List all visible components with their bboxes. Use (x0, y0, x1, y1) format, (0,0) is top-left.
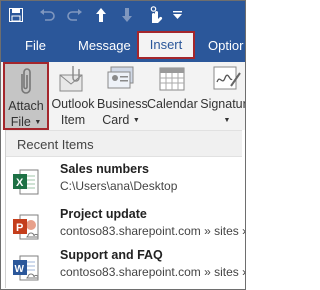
tab-insert[interactable]: Insert (137, 31, 195, 59)
calendar-icon (159, 67, 185, 91)
paperclip-icon (21, 68, 31, 94)
item-path: contoso83.sharepoint.com » sites » (60, 224, 246, 238)
redo-icon[interactable] (67, 8, 83, 22)
business-card-label-1: Business (97, 97, 148, 111)
signature-label: Signature (200, 97, 245, 111)
touch-mode-icon[interactable] (145, 5, 165, 25)
business-card-button[interactable]: Business Card ▼ (97, 62, 148, 130)
tab-options[interactable]: Optior (208, 38, 243, 53)
recent-items-header: Recent Items (6, 130, 242, 157)
down-arrow-icon[interactable] (121, 7, 133, 23)
undo-icon[interactable] (39, 8, 55, 22)
svg-text:P: P (16, 222, 23, 234)
attach-file-button[interactable]: Attach File ▼ (3, 62, 49, 130)
business-card-icon (107, 66, 134, 89)
item-path: contoso83.sharepoint.com » sites » (60, 265, 246, 279)
svg-text:W: W (15, 264, 25, 275)
insert-ribbon: Attach File ▼ Outlook Item Business Card… (1, 62, 245, 130)
item-name: Project update (60, 207, 147, 221)
up-arrow-icon[interactable] (95, 7, 107, 23)
item-name: Support and FAQ (60, 248, 163, 262)
ribbon-tabs: File Message Insert Optior (1, 29, 245, 62)
excel-icon: X (13, 169, 39, 195)
signature-icon (213, 66, 241, 90)
quick-access-toolbar (1, 1, 245, 29)
recent-items-label: Recent Items (17, 137, 94, 152)
outlook-item-label-1: Outlook (51, 97, 95, 111)
svg-text:X: X (16, 177, 24, 189)
recent-item[interactable]: X Sales numbers C:\Users\ana\Desktop (6, 160, 242, 202)
tab-message[interactable]: Message (78, 38, 131, 53)
word-icon: W (13, 255, 39, 281)
outlook-window: File Message Insert Optior Attach File ▼… (0, 0, 246, 290)
qat-dropdown-icon[interactable] (173, 11, 182, 19)
attach-file-dropdown: Recent Items X Sales numbers C:\Users\an… (5, 130, 245, 288)
item-path: C:\Users\ana\Desktop (60, 179, 178, 193)
calendar-button[interactable]: Calendar (147, 62, 198, 130)
business-card-label-2: Card ▼ (102, 113, 140, 127)
attach-label-2: File ▼ (10, 115, 42, 129)
outlook-item-label-2: Item (60, 113, 86, 127)
powerpoint-icon: P (13, 214, 39, 240)
recent-item[interactable]: W Support and FAQ contoso83.sharepoint.c… (6, 246, 245, 288)
item-name: Sales numbers (60, 162, 149, 176)
calendar-label: Calendar (147, 97, 198, 111)
signature-button[interactable]: Signature ▼ (199, 62, 245, 130)
outlook-item-button[interactable]: Outlook Item (50, 62, 96, 130)
tab-file[interactable]: File (25, 38, 46, 53)
envelope-icon (59, 66, 83, 92)
save-icon[interactable] (9, 8, 23, 22)
attach-label-1: Attach (8, 99, 44, 113)
signature-caret: ▼ (223, 117, 231, 125)
recent-item[interactable]: P Project update contoso83.sharepoint.co… (6, 205, 245, 247)
